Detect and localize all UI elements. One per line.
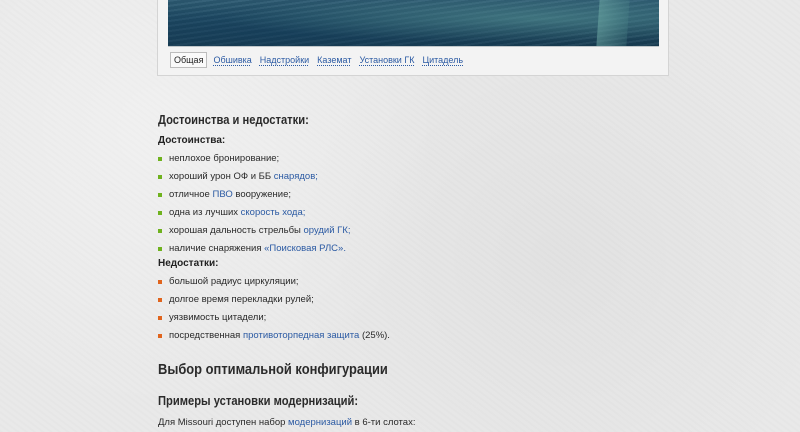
upgrades-paragraph: Для Missouri доступен набор модернизаций… [158,417,416,428]
green-bullet-icon [158,229,162,233]
radar-link[interactable]: «Поисковая РЛС». [264,243,346,254]
aa-link[interactable]: ПВО [212,189,232,200]
list-item: одна из лучших скорость хода; [158,206,351,224]
upgrades-link[interactable]: модернизаций [288,417,352,428]
gallery-tab-general[interactable]: Общая [170,52,208,68]
gallery-tab-casemate[interactable]: Каземат [317,53,351,67]
orange-bullet-icon [158,334,162,338]
list-item: отличное ПВО вооружение; [158,188,351,206]
pros-cons-heading: Достоинства и недостатки: [158,112,309,127]
list-item: посредственная противоторпедная защита (… [158,329,390,347]
orange-bullet-icon [158,298,162,302]
green-bullet-icon [158,211,162,215]
torpedo-protection-link[interactable]: противоторпедная защита [243,330,359,341]
gallery-tab-main-battery[interactable]: Установки ГК [359,53,414,67]
cons-list: большой радиус циркуляции; долгое время … [158,275,390,347]
orange-bullet-icon [158,280,162,284]
list-item: уязвимость цитадели; [158,311,390,329]
shells-link[interactable]: снарядов; [274,171,318,182]
cons-label: Недостатки: [158,258,219,269]
pros-label: Достоинства: [158,135,226,146]
ship-gallery: Общая Обшивка Надстройки Каземат Установ… [157,0,669,76]
pros-list: неплохое бронирование; хороший урон ОФ и… [158,152,351,260]
orange-bullet-icon [158,316,162,320]
list-item: хороший урон ОФ и ББ снарядов; [158,170,351,188]
config-heading: Выбор оптимальной конфигурации [158,361,388,378]
list-item: долгое время перекладки рулей; [158,293,390,311]
green-bullet-icon [158,193,162,197]
speed-link[interactable]: скорость хода; [241,207,306,218]
gallery-tabs: Общая Обшивка Надстройки Каземат Установ… [170,52,471,68]
green-bullet-icon [158,247,162,251]
gallery-tab-citadel[interactable]: Цитадель [422,53,463,67]
upgrades-subheading: Примеры установки модернизаций: [158,393,359,408]
ship-hull-shape [596,0,630,46]
ship-screenshot-image [168,0,659,47]
gallery-tab-plating[interactable]: Обшивка [213,53,251,67]
list-item: хорошая дальность стрельбы орудий ГК; [158,224,351,242]
main-battery-link[interactable]: орудий ГК; [303,225,350,236]
list-item: неплохое бронирование; [158,152,351,170]
list-item: большой радиус циркуляции; [158,275,390,293]
green-bullet-icon [158,157,162,161]
gallery-tab-superstructure[interactable]: Надстройки [260,53,309,67]
green-bullet-icon [158,175,162,179]
